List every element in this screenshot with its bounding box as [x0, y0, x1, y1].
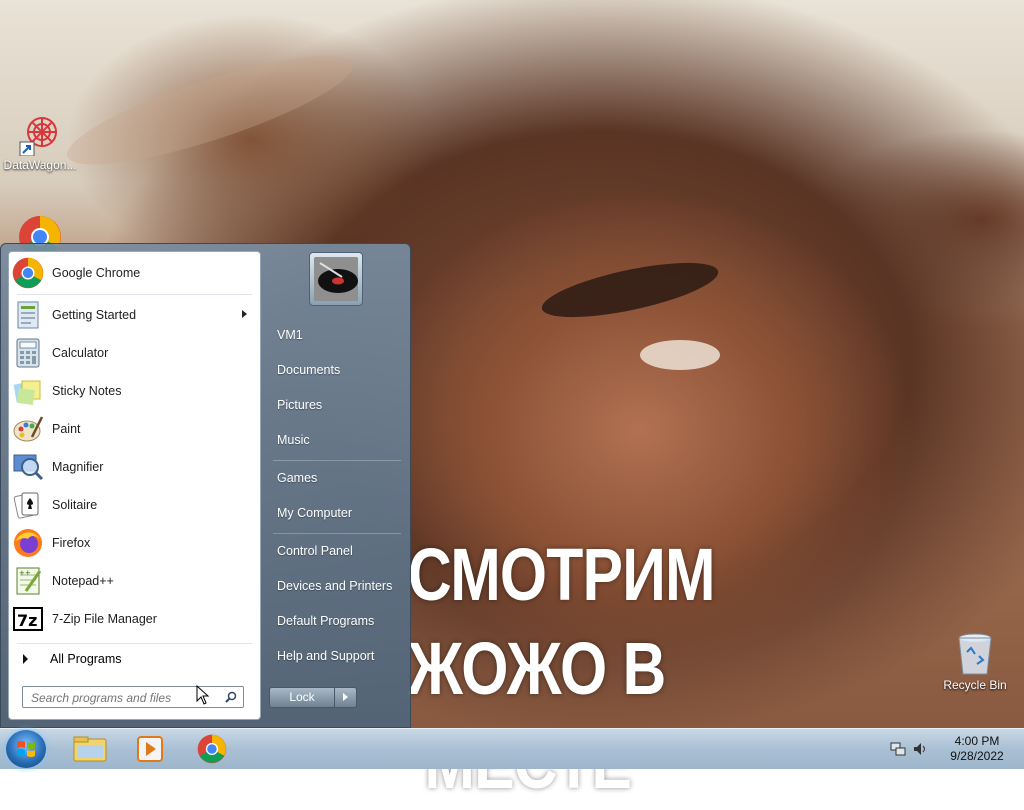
datawagon-icon — [18, 112, 62, 157]
program-paint[interactable]: Paint — [12, 411, 257, 447]
wallpaper-detail — [537, 251, 723, 329]
start-link-my-computer[interactable]: My Computer — [269, 498, 409, 528]
user-avatar[interactable] — [309, 252, 363, 306]
notepadpp-icon: ++ — [12, 565, 44, 597]
chrome-icon — [12, 257, 44, 289]
shutdown-group: Lock — [269, 687, 357, 708]
solitaire-icon — [12, 489, 44, 521]
start-link-music[interactable]: Music — [269, 425, 409, 455]
program-label: Sticky Notes — [52, 384, 122, 398]
separator — [273, 533, 401, 534]
taskbar-clock[interactable]: 4:00 PM 9/28/2022 — [942, 734, 1012, 764]
desktop-icon-label: Recycle Bin — [943, 678, 1007, 692]
separator — [17, 294, 252, 295]
windows-explorer-icon — [73, 736, 107, 762]
all-programs-button[interactable]: All Programs — [15, 648, 255, 670]
magnifier-icon — [12, 451, 44, 483]
firefox-icon — [12, 527, 44, 559]
chrome-icon — [197, 734, 227, 764]
program-label: Getting Started — [52, 308, 137, 322]
svg-text:7z: 7z — [17, 611, 37, 630]
program-getting-started[interactable]: Getting Started — [12, 297, 257, 333]
expand-arrow-icon — [23, 654, 28, 664]
program-label: Firefox — [52, 536, 91, 550]
start-button[interactable] — [6, 730, 46, 768]
program-label: Notepad++ — [52, 574, 114, 588]
wallpaper-detail — [58, 35, 362, 185]
network-icon[interactable] — [890, 741, 906, 760]
separator — [273, 460, 401, 461]
start-menu-programs-pane: Google Chrome Getting Started Calculator… — [8, 251, 261, 720]
taskbar-explorer-button[interactable] — [62, 731, 118, 767]
volume-icon[interactable] — [912, 741, 928, 760]
recycle-bin-icon — [953, 632, 997, 676]
svg-text:++: ++ — [19, 569, 31, 577]
program-magnifier[interactable]: Magnifier — [12, 449, 257, 485]
program-label: Solitaire — [52, 498, 98, 512]
all-programs-label: All Programs — [50, 652, 122, 666]
desktop-icon-datawagon[interactable]: DataWagon... — [0, 112, 80, 172]
program-solitaire[interactable]: Solitaire — [12, 487, 257, 523]
meme-line-1: СМОТРИМ ЖОЖО В — [408, 533, 716, 710]
mouse-cursor-icon — [196, 684, 210, 708]
search-icon[interactable] — [225, 691, 237, 703]
start-link-devices-and-printers[interactable]: Devices and Printers — [269, 571, 409, 601]
start-search-box[interactable] — [22, 686, 244, 708]
sticky-notes-icon — [12, 375, 44, 407]
taskbar-chrome-button[interactable] — [184, 731, 240, 767]
taskbar: 4:00 PM 9/28/2022 — [0, 728, 1024, 769]
start-link-vm1[interactable]: VM1 — [269, 320, 409, 350]
separator — [17, 643, 252, 644]
calculator-icon — [12, 337, 44, 369]
program-google-chrome[interactable]: Google Chrome — [12, 255, 257, 291]
start-menu: Google Chrome Getting Started Calculator… — [0, 243, 411, 728]
program-label: Paint — [52, 422, 81, 436]
paint-icon — [12, 413, 44, 445]
clock-date: 9/28/2022 — [950, 749, 1004, 763]
system-tray: 4:00 PM 9/28/2022 — [874, 729, 1024, 769]
taskbar-media-player-button[interactable] — [122, 731, 178, 767]
program-calculator[interactable]: Calculator — [12, 335, 257, 371]
desktop-icon-recycle-bin[interactable]: Recycle Bin — [935, 632, 1015, 692]
program-sticky-notes[interactable]: Sticky Notes — [12, 373, 257, 409]
program-label: Calculator — [52, 346, 109, 360]
wallpaper-detail — [640, 340, 720, 370]
start-link-help-and-support[interactable]: Help and Support — [269, 641, 409, 671]
windows-logo-icon — [17, 741, 35, 757]
media-player-icon — [137, 736, 163, 762]
lock-button[interactable]: Lock — [269, 687, 335, 708]
power-options-arrow-button[interactable] — [335, 687, 357, 708]
turntable-icon — [314, 257, 358, 301]
start-link-games[interactable]: Games — [269, 463, 409, 493]
start-link-pictures[interactable]: Pictures — [269, 390, 409, 420]
search-input[interactable] — [29, 688, 213, 708]
getting-started-icon — [12, 299, 44, 331]
program-label: Magnifier — [52, 460, 104, 474]
start-link-control-panel[interactable]: Control Panel — [269, 536, 409, 566]
start-link-documents[interactable]: Documents — [269, 355, 409, 385]
program-notepadpp[interactable]: ++ Notepad++ — [12, 563, 257, 599]
submenu-arrow-icon — [242, 310, 247, 318]
program-7zip[interactable]: 7z 7-Zip File Manager — [12, 601, 257, 637]
start-link-default-programs[interactable]: Default Programs — [269, 606, 409, 636]
7zip-icon: 7z — [12, 603, 44, 635]
clock-time: 4:00 PM — [954, 734, 1000, 748]
desktop-icon-label: DataWagon... — [3, 158, 77, 172]
program-label: 7-Zip File Manager — [52, 612, 157, 626]
program-label: Google Chrome — [52, 266, 141, 280]
program-firefox[interactable]: Firefox — [12, 525, 257, 561]
